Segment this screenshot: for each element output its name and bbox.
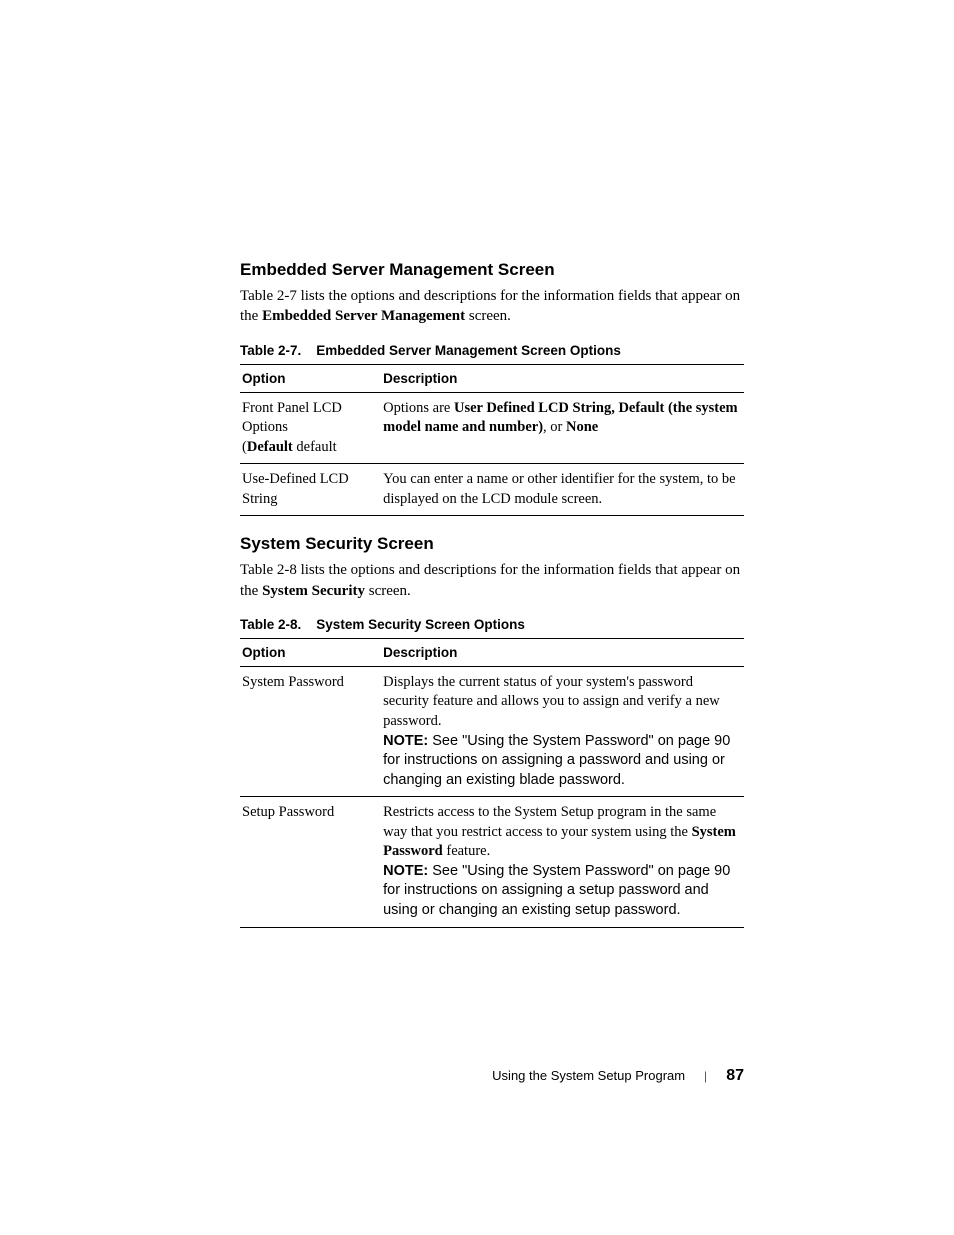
note-label: NOTE: <box>383 733 432 749</box>
page: Embedded Server Management Screen Table … <box>0 0 954 1235</box>
desc-c: , or <box>543 419 566 435</box>
intro2-text-c: screen. <box>365 583 411 599</box>
desc-d: None <box>566 419 598 435</box>
intro1-text-c: screen. <box>465 308 511 324</box>
opt-line1: Front Panel LCD Options <box>242 400 342 436</box>
cell-description: You can enter a name or other identifier… <box>381 464 744 516</box>
caption-label: Table 2-8. <box>240 617 301 632</box>
intro1-text-b: Embedded Server Management <box>262 308 465 324</box>
cell-description: Options are User Defined LCD String, Def… <box>381 392 744 464</box>
table-row: Setup Password Restricts access to the S… <box>240 797 744 927</box>
heading-system-security: System Security Screen <box>240 534 744 554</box>
page-footer: Using the System Setup Program | 87 <box>0 1067 954 1085</box>
cell-option: Setup Password <box>240 797 381 927</box>
note-text: See "Using the System Password" on page … <box>383 733 730 788</box>
table-2-7-caption: Table 2-7. Embedded Server Management Sc… <box>240 343 744 358</box>
note-label: NOTE: <box>383 863 432 879</box>
desc-c: feature. <box>443 843 491 859</box>
cell-description: Restricts access to the System Setup pro… <box>381 797 744 927</box>
th-option: Option <box>240 364 381 392</box>
th-option: Option <box>240 638 381 666</box>
table-header-row: Option Description <box>240 364 744 392</box>
th-description: Description <box>381 638 744 666</box>
note-text: See "Using the System Password" on page … <box>383 863 730 918</box>
table-header-row: Option Description <box>240 638 744 666</box>
opt-line2c: default <box>293 439 337 455</box>
table-2-8: Option Description System Password Displ… <box>240 638 744 928</box>
table-row: Use-Defined LCD String You can enter a n… <box>240 464 744 516</box>
table-row: System Password Displays the current sta… <box>240 666 744 796</box>
th-description: Description <box>381 364 744 392</box>
cell-option: Front Panel LCD Options (Default default <box>240 392 381 464</box>
caption-label: Table 2-7. <box>240 343 301 358</box>
table-2-7: Option Description Front Panel LCD Optio… <box>240 364 744 517</box>
desc-text: Displays the current status of your syst… <box>383 674 720 729</box>
heading-embedded-server-mgmt: Embedded Server Management Screen <box>240 260 744 280</box>
opt-line2b: Default <box>247 439 293 455</box>
cell-option: Use-Defined LCD String <box>240 464 381 516</box>
intro2-text-b: System Security <box>262 583 365 599</box>
desc-a: Restricts access to the System Setup pro… <box>383 804 716 840</box>
intro-para-1: Table 2-7 lists the options and descript… <box>240 286 744 327</box>
caption-title: Embedded Server Management Screen Option… <box>316 343 621 358</box>
table-2-8-caption: Table 2-8. System Security Screen Option… <box>240 617 744 632</box>
footer-separator: | <box>704 1068 707 1083</box>
desc-a: Options are <box>383 400 454 416</box>
table-row: Front Panel LCD Options (Default default… <box>240 392 744 464</box>
caption-title: System Security Screen Options <box>316 617 525 632</box>
cell-option: System Password <box>240 666 381 796</box>
cell-description: Displays the current status of your syst… <box>381 666 744 796</box>
intro-para-2: Table 2-8 lists the options and descript… <box>240 560 744 601</box>
footer-page-number: 87 <box>726 1067 744 1084</box>
footer-chapter: Using the System Setup Program <box>492 1068 685 1083</box>
